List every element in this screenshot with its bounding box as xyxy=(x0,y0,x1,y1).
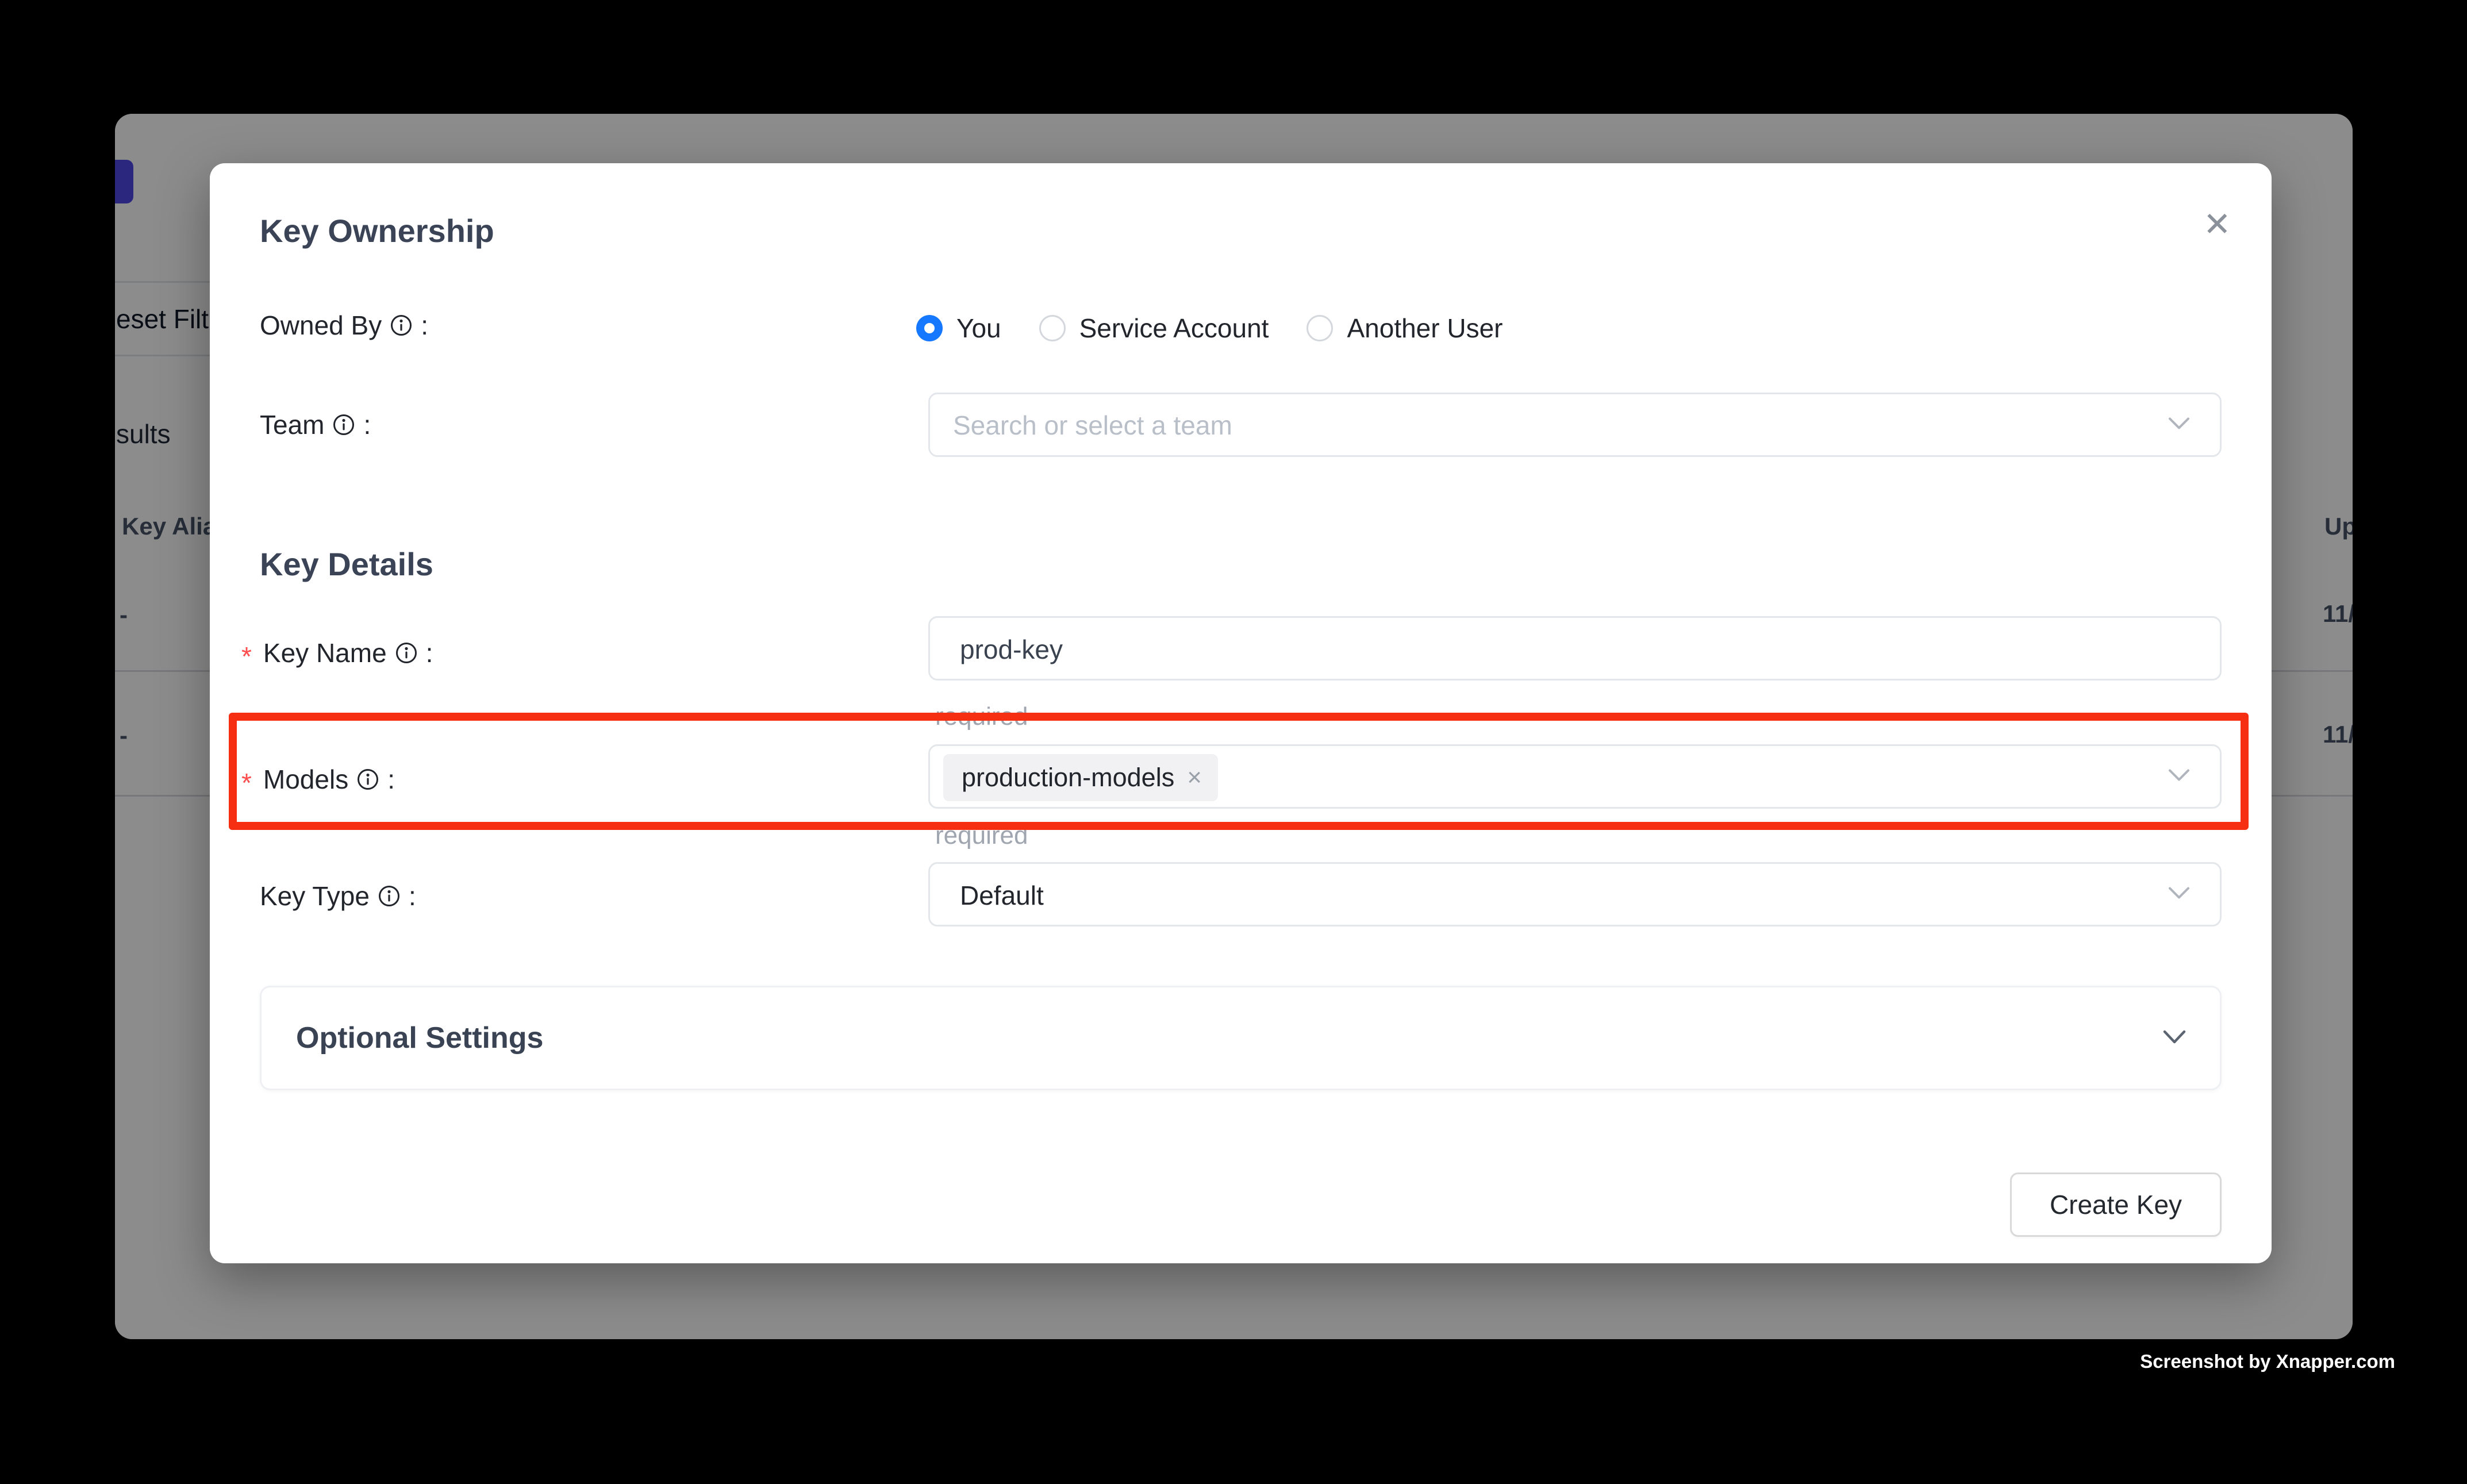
radio-you-label: You xyxy=(956,313,1001,344)
create-key-button[interactable]: Create Key xyxy=(2010,1172,2222,1237)
info-icon[interactable] xyxy=(390,314,413,337)
info-icon[interactable] xyxy=(356,768,379,791)
chevron-down-icon xyxy=(2168,768,2190,786)
chevron-down-icon[interactable] xyxy=(2162,1029,2187,1048)
key-type-value: Default xyxy=(960,880,1044,911)
key-name-value: prod-key xyxy=(960,634,1063,665)
team-colon: : xyxy=(363,409,371,440)
models-tag-label: production-models xyxy=(962,763,1174,793)
models-tag: production-models × xyxy=(943,754,1218,801)
owned-by-colon: : xyxy=(421,310,428,341)
radio-selected-icon[interactable] xyxy=(916,315,943,341)
owned-by-label: Owned By : xyxy=(260,310,428,341)
key-type-colon: : xyxy=(409,881,416,912)
radio-another-user[interactable]: Another User xyxy=(1306,313,1503,344)
required-asterisk: * xyxy=(241,641,252,672)
key-name-label: * Key Name : xyxy=(241,637,433,668)
models-required-error: required xyxy=(935,821,1028,850)
team-select-placeholder: Search or select a team xyxy=(953,410,1232,441)
radio-you[interactable]: You xyxy=(916,313,1001,344)
create-key-modal: ✕ Key Ownership Owned By : You Service A… xyxy=(210,163,2272,1263)
optional-settings-label: Optional Settings xyxy=(296,1021,543,1055)
close-icon[interactable]: ✕ xyxy=(2203,208,2231,241)
key-ownership-title: Key Ownership xyxy=(260,212,494,249)
key-details-title: Key Details xyxy=(260,545,433,583)
info-icon[interactable] xyxy=(332,413,355,436)
key-name-label-text: Key Name xyxy=(263,637,387,668)
team-label-text: Team xyxy=(260,409,324,440)
models-label: * Models : xyxy=(241,764,395,795)
key-name-input[interactable]: prod-key xyxy=(928,616,2222,681)
chevron-down-icon xyxy=(2168,416,2190,434)
key-type-label: Key Type : xyxy=(260,881,416,912)
radio-another-user-label: Another User xyxy=(1347,313,1503,344)
tag-remove-icon[interactable]: × xyxy=(1187,763,1202,792)
optional-settings-accordion[interactable]: Optional Settings xyxy=(260,986,2222,1090)
radio-service-account-label: Service Account xyxy=(1079,313,1269,344)
info-icon[interactable] xyxy=(378,885,401,908)
required-asterisk: * xyxy=(241,767,252,798)
key-type-label-text: Key Type xyxy=(260,881,370,912)
owned-by-label-text: Owned By xyxy=(260,310,382,341)
radio-service-account[interactable]: Service Account xyxy=(1039,313,1269,344)
key-type-select[interactable]: Default xyxy=(928,862,2222,926)
chevron-down-icon xyxy=(2168,886,2190,904)
owned-by-radio-group: You Service Account Another User xyxy=(916,313,1503,344)
info-icon[interactable] xyxy=(395,641,418,664)
models-label-text: Models xyxy=(263,764,348,795)
models-select[interactable]: production-models × xyxy=(928,744,2222,809)
key-name-required-error: required xyxy=(935,702,1028,731)
team-label: Team : xyxy=(260,409,371,440)
screenshot-canvas: eset Filt sults Key Alia Up - 11/ - 11/ … xyxy=(0,0,2467,1484)
watermark-text: Screenshot by Xnapper.com xyxy=(2140,1351,2395,1372)
radio-unselected-icon[interactable] xyxy=(1039,315,1066,341)
team-select[interactable]: Search or select a team xyxy=(928,393,2222,457)
radio-unselected-icon[interactable] xyxy=(1306,315,1333,341)
